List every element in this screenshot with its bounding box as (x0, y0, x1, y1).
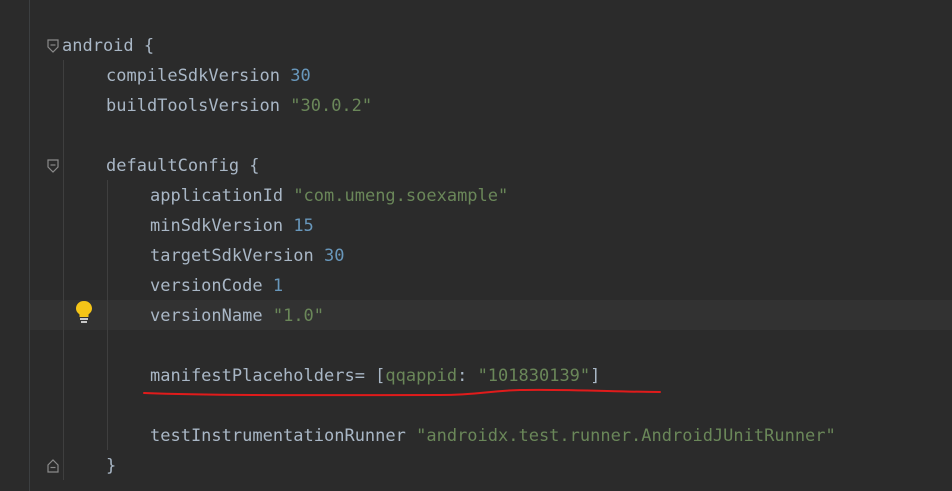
compile-sdk-key: compileSdkVersion (106, 66, 280, 86)
android-block-keyword: android (62, 36, 134, 56)
code-line-compile-sdk[interactable]: compileSdkVersion 30 (106, 61, 311, 91)
version-name-key: versionName (150, 306, 263, 326)
code-line-default-config[interactable]: defaultConfig { (106, 151, 260, 181)
open-brace: { (133, 36, 155, 56)
open-brace: { (239, 156, 260, 176)
version-name-value: "1.0" (272, 306, 325, 326)
code-line-default-config-close[interactable]: } (106, 451, 116, 481)
code-line-application-id[interactable]: applicationId "com.umeng.soexample" (150, 181, 508, 211)
close-brace: } (106, 456, 117, 476)
fold-open-icon[interactable] (47, 39, 59, 53)
code-line-target-sdk[interactable]: targetSdkVersion 30 (150, 241, 345, 271)
min-sdk-key: minSdkVersion (150, 216, 284, 236)
code-line-test-runner[interactable]: testInstrumentationRunner "androidx.test… (150, 421, 836, 451)
default-config-keyword: defaultConfig (106, 156, 240, 176)
target-sdk-key: targetSdkVersion (150, 246, 314, 266)
build-tools-key: buildToolsVersion (106, 96, 280, 116)
code-line-build-tools[interactable]: buildToolsVersion "30.0.2" (106, 91, 372, 121)
code-line-version-name[interactable]: versionName "1.0" (150, 301, 324, 331)
compile-sdk-value: 30 (290, 66, 311, 86)
gutter-divider (29, 0, 30, 491)
code-line-version-code[interactable]: versionCode 1 (150, 271, 283, 301)
fold-open-icon[interactable] (47, 159, 59, 173)
version-code-key: versionCode (150, 276, 263, 296)
code-line-android[interactable]: android { (62, 31, 154, 61)
code-editor[interactable]: android { compileSdkVersion 30 buildTool… (0, 0, 952, 491)
test-runner-key: testInstrumentationRunner (150, 426, 406, 446)
lightbulb-icon[interactable] (74, 300, 94, 324)
target-sdk-value: 30 (324, 246, 345, 266)
test-runner-value: "androidx.test.runner.AndroidJUnitRunner… (416, 426, 836, 446)
min-sdk-value: 15 (293, 216, 314, 236)
build-tools-value: "30.0.2" (290, 96, 373, 116)
application-id-key: applicationId (150, 186, 284, 206)
fold-close-icon[interactable] (47, 459, 59, 473)
application-id-value: "com.umeng.soexample" (293, 186, 509, 206)
version-code-value: 1 (272, 276, 284, 296)
indent-guide (63, 60, 64, 480)
code-line-min-sdk[interactable]: minSdkVersion 15 (150, 211, 314, 241)
red-annotation-underline (143, 388, 661, 397)
indent-guide (107, 180, 108, 450)
